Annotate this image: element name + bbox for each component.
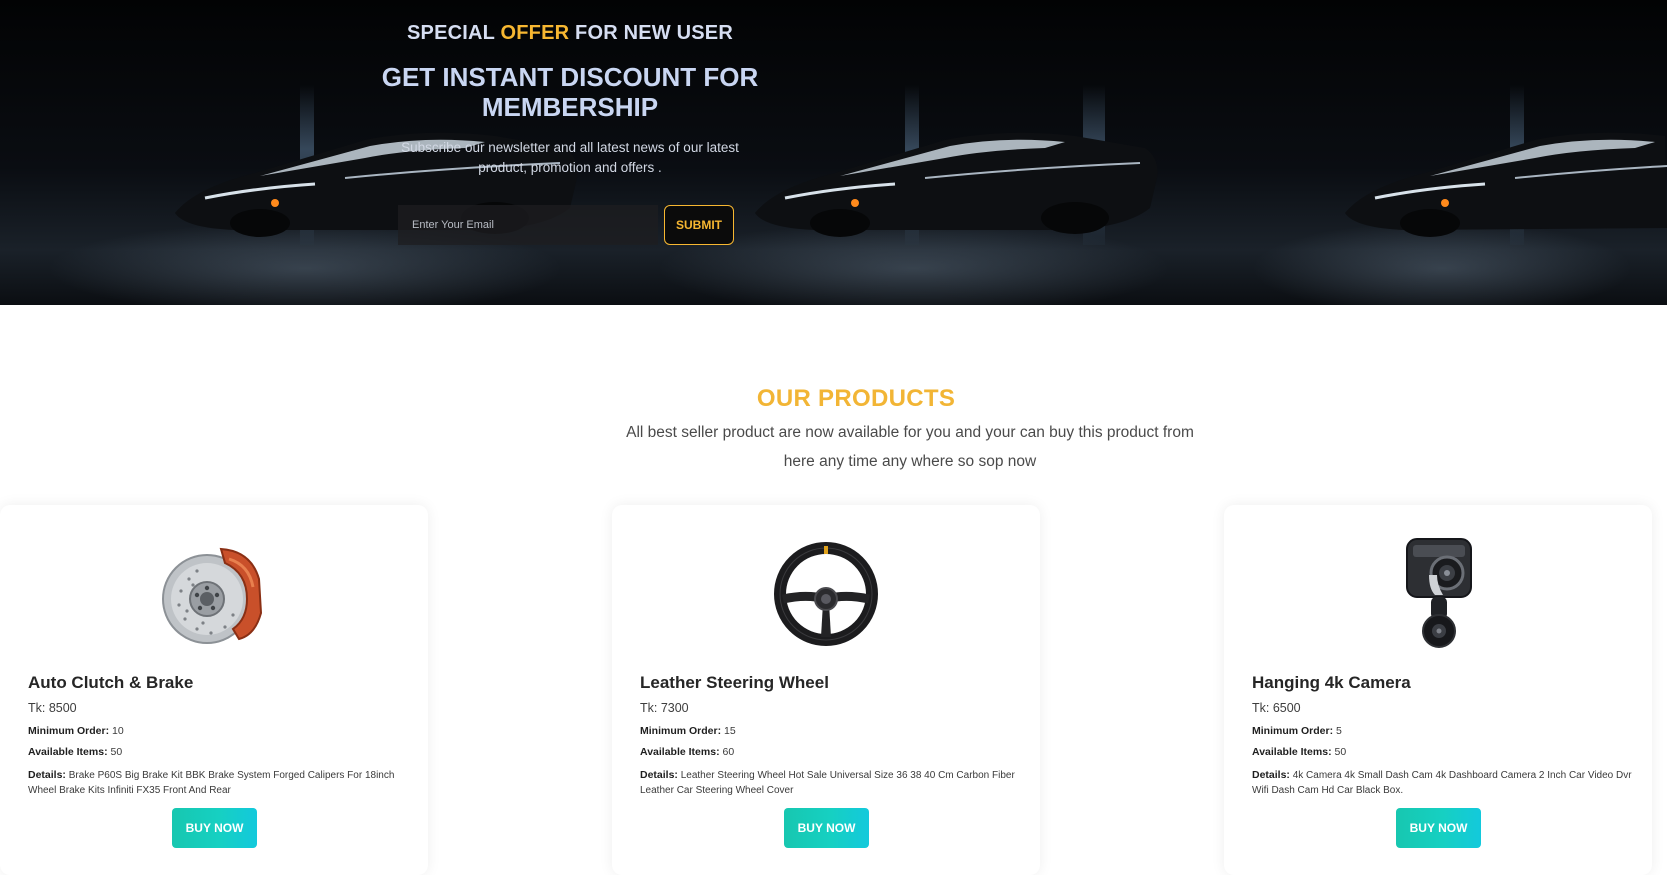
hero-subtitle: Subscribe our newsletter and all latest … [401, 140, 739, 175]
min-order-label: Minimum Order: [640, 725, 722, 737]
details-label: Details: [28, 769, 66, 781]
newsletter-form: SUBMIT [398, 204, 736, 246]
sports-car-image [755, 132, 1158, 237]
available-items-line: Available Items: 60 [640, 742, 1020, 763]
available-label: Available Items: [28, 746, 108, 758]
details-text: Leather Steering Wheel Hot Sale Universa… [640, 770, 1015, 796]
eyebrow-suffix: FOR NEW USER [575, 22, 733, 44]
newsletter-text-block: SPECIAL OFFER FOR NEW USER GET INSTANT D… [380, 22, 760, 178]
min-order-value: 10 [112, 725, 124, 737]
min-order-value: 15 [724, 725, 736, 737]
eyebrow-prefix: SPECIAL [407, 22, 495, 44]
dash-camera-icon [1406, 538, 1472, 648]
product-price: Tk: 7300 [640, 701, 689, 715]
product-info: Leather Steering Wheel Tk: 7300 Minimum … [640, 673, 1020, 798]
eyebrow-accent: OFFER [500, 22, 570, 44]
available-value: 50 [1334, 746, 1347, 758]
min-order-label: Minimum Order: [1252, 725, 1334, 737]
product-price: Tk: 6500 [1252, 701, 1301, 715]
product-card: Leather Steering Wheel Tk: 7300 Minimum … [612, 505, 1040, 875]
product-image [762, 535, 890, 653]
details-label: Details: [1252, 769, 1290, 781]
min-order-line: Minimum Order: 10 [28, 721, 408, 742]
product-name: Leather Steering Wheel [640, 673, 829, 692]
available-label: Available Items: [640, 746, 720, 758]
product-details: Details: Leather Steering Wheel Hot Sale… [640, 768, 1020, 798]
section-subtitle: All best seller product are now availabl… [626, 424, 1194, 470]
min-order-line: Minimum Order: 5 [1252, 721, 1632, 742]
section-title: OUR PRODUCTS [756, 385, 956, 412]
product-info: Hanging 4k Camera Tk: 6500 Minimum Order… [1252, 673, 1632, 798]
product-details: Details: 4k Camera 4k Small Dash Cam 4k … [1252, 768, 1632, 798]
hero-heading: GET INSTANT DISCOUNT FOR MEMBERSHIP [381, 62, 759, 122]
min-order-line: Minimum Order: 15 [640, 721, 1020, 742]
product-info: Auto Clutch & Brake Tk: 8500 Minimum Ord… [28, 673, 408, 798]
available-items-line: Available Items: 50 [28, 742, 408, 763]
email-input[interactable] [398, 205, 658, 245]
available-label: Available Items: [1252, 746, 1332, 758]
product-name: Auto Clutch & Brake [28, 673, 194, 692]
min-order-label: Minimum Order: [28, 725, 110, 737]
available-value: 60 [722, 746, 735, 758]
brake-disc-icon [162, 547, 263, 644]
product-name: Hanging 4k Camera [1252, 673, 1411, 692]
product-image [150, 535, 278, 653]
available-items-line: Available Items: 50 [1252, 742, 1632, 763]
details-text: 4k Camera 4k Small Dash Cam 4k Dashboard… [1252, 770, 1632, 796]
product-price: Tk: 8500 [28, 701, 77, 715]
min-order-value: 5 [1336, 725, 1342, 737]
offer-eyebrow: SPECIAL OFFER FOR NEW USER [380, 22, 760, 48]
newsletter-hero-banner: SPECIAL OFFER FOR NEW USER GET INSTANT D… [0, 0, 1667, 305]
sports-car-image [1345, 132, 1667, 237]
product-card: Auto Clutch & Brake Tk: 8500 Minimum Ord… [0, 505, 428, 875]
steering-wheel-icon [774, 542, 878, 646]
product-image [1374, 535, 1502, 653]
product-details: Details: Brake P60S Big Brake Kit BBK Br… [28, 768, 408, 798]
buy-now-button[interactable]: BUY NOW [784, 808, 869, 848]
buy-now-button[interactable]: BUY NOW [1396, 808, 1481, 848]
product-card: Hanging 4k Camera Tk: 6500 Minimum Order… [1224, 505, 1652, 875]
buy-now-button[interactable]: BUY NOW [172, 808, 257, 848]
details-text: Brake P60S Big Brake Kit BBK Brake Syste… [28, 770, 395, 796]
available-value: 50 [110, 746, 123, 758]
submit-button[interactable]: SUBMIT [664, 205, 734, 245]
details-label: Details: [640, 769, 678, 781]
